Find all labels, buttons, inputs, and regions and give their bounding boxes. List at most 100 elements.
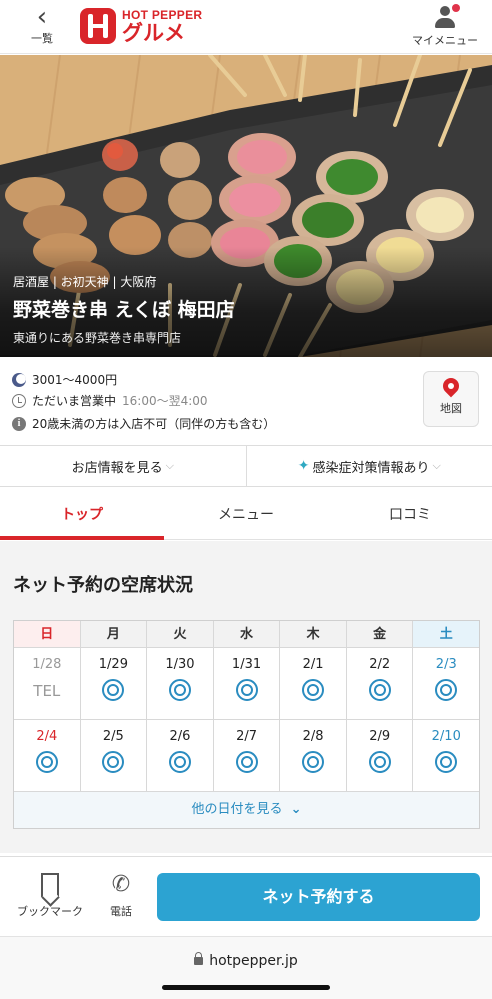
calendar-day-cell[interactable]: 2/7 (213, 720, 281, 792)
hours-text: 16:00～翌4:00 (122, 394, 208, 408)
available-double-circle-icon (435, 751, 458, 773)
back-button[interactable]: ‹ 一覧 (22, 2, 62, 46)
weekday-fri: 金 (346, 621, 414, 648)
phone-icon: ✆ (111, 872, 131, 897)
shop-info-section: 3001～4000円 ただいま営業中 16:00～翌4:00 i 20歳未満の方… (0, 357, 492, 443)
age-notice: 20歳未満の方は入店不可（同伴の方も含む） (32, 417, 276, 431)
clock-icon (12, 393, 26, 408)
weekday-mon: 月 (80, 621, 148, 648)
available-double-circle-icon (168, 751, 191, 773)
shop-catchphrase: 東通りにある野菜巻き串専門店 (13, 331, 182, 345)
back-label: 一覧 (31, 32, 53, 45)
shop-hero-image[interactable]: 居酒屋 | お初天神 | 大阪府 野菜巻き串 えくぼ 梅田店 東通りにある野菜巻… (0, 55, 492, 357)
bookmark-icon (41, 873, 59, 897)
available-double-circle-icon (235, 679, 258, 701)
available-double-circle-icon (368, 751, 391, 773)
my-menu-button[interactable]: マイメニュー (410, 2, 480, 48)
app-header: ‹ 一覧 HOT PEPPER グルメ マイメニュー (0, 0, 492, 54)
calendar-date: 2/1 (302, 657, 324, 672)
open-status: ただいま営業中 (32, 394, 117, 408)
bookmark-button[interactable]: ブックマーク (12, 873, 88, 919)
shop-info-label: お店情報を見る (71, 460, 163, 476)
infection-info-button[interactable]: ✦ 感染症対策情報あり ⌵ (245, 446, 492, 486)
hotpepper-logo[interactable]: HOT PEPPER グルメ (80, 4, 202, 48)
calendar-day-cell[interactable]: 1/29 (80, 648, 148, 720)
logo-mark-icon (80, 8, 116, 44)
tab-reviews[interactable]: 口コミ (328, 494, 492, 539)
more-dates-button[interactable]: 他の日付を見る ⌄ (14, 792, 479, 828)
shop-tabs: トップ メニュー 口コミ (0, 494, 492, 540)
chevron-down-icon: ⌄ (290, 802, 302, 817)
calendar-day-cell[interactable]: 2/4 (14, 720, 81, 792)
calendar-date: 1/31 (231, 657, 262, 672)
shop-name: 野菜巻き串 えくぼ 梅田店 (13, 299, 235, 321)
calendar-day-cell[interactable]: 2/8 (280, 720, 347, 792)
info-icon: i (12, 416, 26, 431)
notification-dot (452, 4, 460, 12)
calendar-date: 2/2 (369, 657, 391, 672)
available-double-circle-icon (302, 679, 325, 701)
notice-row: i 20歳未満の方は入店不可（同伴の方も含む） (12, 415, 275, 432)
tab-top[interactable]: トップ (0, 494, 164, 540)
phone-label: 電話 (110, 905, 132, 918)
available-double-circle-icon (102, 751, 125, 773)
calendar-day-cell[interactable]: 1/30 (147, 648, 214, 720)
my-menu-label: マイメニュー (412, 34, 478, 47)
available-double-circle-icon (235, 751, 258, 773)
budget-text: 3001～4000円 (32, 373, 118, 387)
available-double-circle-icon (435, 679, 458, 701)
shop-category: 居酒屋 | お初天神 | 大阪府 (13, 275, 157, 289)
calendar-date: 2/6 (169, 729, 191, 744)
calendar-day-cell[interactable]: 2/6 (147, 720, 214, 792)
calendar-date: 2/9 (369, 729, 391, 744)
lock-icon (194, 952, 204, 965)
calendar-date: 1/30 (165, 657, 195, 672)
infection-info-label: 感染症対策情報あり (312, 460, 430, 476)
weekday-sat: 土 (413, 621, 480, 648)
bottom-action-bar: ブックマーク ✆ 電話 ネット予約する (0, 856, 492, 936)
available-double-circle-icon (368, 679, 391, 701)
calendar-date: 2/8 (302, 729, 324, 744)
moon-icon (12, 372, 26, 387)
url-text: hotpepper.jp (209, 953, 298, 969)
calendar-day-cell[interactable]: 2/10 (413, 720, 480, 792)
more-dates-label: 他の日付を見る (191, 802, 283, 817)
calendar-header: 日 月 火 水 木 金 土 (14, 621, 480, 648)
weekday-thu: 木 (280, 621, 347, 648)
calendar-date: 1/29 (98, 657, 128, 672)
url-display[interactable]: hotpepper.jp (0, 952, 492, 969)
map-pin-icon (439, 374, 463, 400)
calendar-week-row: 1/28 TEL 1/29 1/30 1/31 2/1 2/2 2/3 (14, 648, 480, 720)
chevron-down-icon: ⌵ (432, 459, 441, 472)
chevron-left-icon: ‹ (36, 2, 48, 32)
calendar-day-cell[interactable]: 1/31 (213, 648, 281, 720)
calendar-date: 2/10 (431, 729, 461, 744)
tab-menu[interactable]: メニュー (164, 494, 328, 539)
browser-url-bar: hotpepper.jp (0, 936, 492, 999)
chevron-down-icon: ⌵ (165, 459, 174, 472)
phone-button[interactable]: ✆ 電話 (100, 873, 142, 919)
calendar-date: 2/3 (435, 657, 457, 672)
calendar-week-row: 2/4 2/5 2/6 2/7 2/8 2/9 2/10 (14, 720, 480, 792)
logo-bottom-text: グルメ (122, 20, 185, 45)
calendar-day-cell[interactable]: 2/9 (346, 720, 414, 792)
calendar-day-cell[interactable]: 2/3 (413, 648, 480, 720)
sparkle-icon: ✦ (297, 458, 310, 474)
calendar-day-cell[interactable]: 2/2 (346, 648, 414, 720)
info-button-row: お店情報を見る ⌵ ✦ 感染症対策情報あり ⌵ (0, 445, 492, 487)
weekday-tue: 火 (147, 621, 214, 648)
calendar-day-cell[interactable]: 2/5 (80, 720, 148, 792)
availability-calendar: 日 月 火 水 木 金 土 1/28 TEL 1/29 1/30 1/31 2/1 2/2 2… (13, 620, 480, 829)
reservation-title: ネット予約の空席状況 (13, 575, 193, 596)
home-indicator (162, 985, 330, 990)
shop-info-button[interactable]: お店情報を見る ⌵ (0, 446, 246, 486)
budget-row: 3001～4000円 (12, 371, 117, 388)
map-button[interactable]: 地図 (423, 371, 479, 427)
tel-status: TEL (33, 682, 61, 700)
person-icon (434, 4, 460, 32)
calendar-day-cell[interactable]: 1/28 TEL (14, 648, 81, 720)
available-double-circle-icon (302, 751, 325, 773)
online-reservation-button[interactable]: ネット予約する (157, 873, 480, 921)
calendar-day-cell[interactable]: 2/1 (280, 648, 347, 720)
available-double-circle-icon (168, 679, 191, 701)
